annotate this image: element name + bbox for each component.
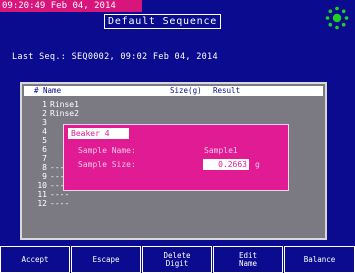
table-row[interactable]: 1 Rinse1 bbox=[34, 100, 79, 109]
dialog-title: Beaker 4 bbox=[68, 128, 129, 139]
timestamp: 09:20:49 Feb 04, 2014 bbox=[0, 0, 142, 12]
table-row[interactable]: 6 bbox=[34, 145, 50, 154]
sequence-screen: 09:20:49 Feb 04, 2014 Default Sequence L… bbox=[0, 0, 355, 273]
softkey-bar: Accept Escape Delete Digit Edit Name Bal… bbox=[0, 246, 355, 273]
sample-size-input[interactable]: 0.2663 bbox=[203, 159, 249, 170]
table-row[interactable]: 2 Rinse2 bbox=[34, 109, 79, 118]
escape-button[interactable]: Escape bbox=[71, 246, 141, 273]
last-sequence-info: Last Seq.: SEQ0002, 09:02 Feb 04, 2014 bbox=[12, 52, 218, 62]
table-row[interactable]: 12 ---- bbox=[34, 199, 69, 208]
delete-digit-button[interactable]: Delete Digit bbox=[142, 246, 212, 273]
accept-button[interactable]: Accept bbox=[0, 246, 70, 273]
table-row[interactable]: 3 bbox=[34, 118, 50, 127]
beaker-edit-dialog: Beaker 4 Sample Name: Sample1 Sample Siz… bbox=[63, 124, 289, 191]
table-row[interactable]: 4 bbox=[34, 127, 50, 136]
column-header-name: # Name bbox=[34, 86, 62, 95]
column-header-size: Size(g) bbox=[170, 86, 202, 95]
page-title: Default Sequence bbox=[104, 14, 222, 29]
edit-name-button[interactable]: Edit Name bbox=[213, 246, 283, 273]
table-row[interactable]: 11 ---- bbox=[34, 190, 69, 199]
table-row[interactable]: 7 bbox=[34, 154, 50, 163]
table-header: # Name Size(g) Result bbox=[24, 86, 323, 96]
column-header-result: Result bbox=[213, 86, 241, 95]
sunburst-icon bbox=[325, 6, 349, 30]
sample-size-label: Sample Size: bbox=[78, 160, 136, 169]
sample-name-label: Sample Name: bbox=[78, 146, 136, 155]
table-row[interactable]: 5 bbox=[34, 136, 50, 145]
sample-name-value[interactable]: Sample1 bbox=[204, 146, 238, 156]
sample-size-unit: g bbox=[255, 160, 260, 169]
balance-button[interactable]: Balance bbox=[284, 246, 355, 273]
